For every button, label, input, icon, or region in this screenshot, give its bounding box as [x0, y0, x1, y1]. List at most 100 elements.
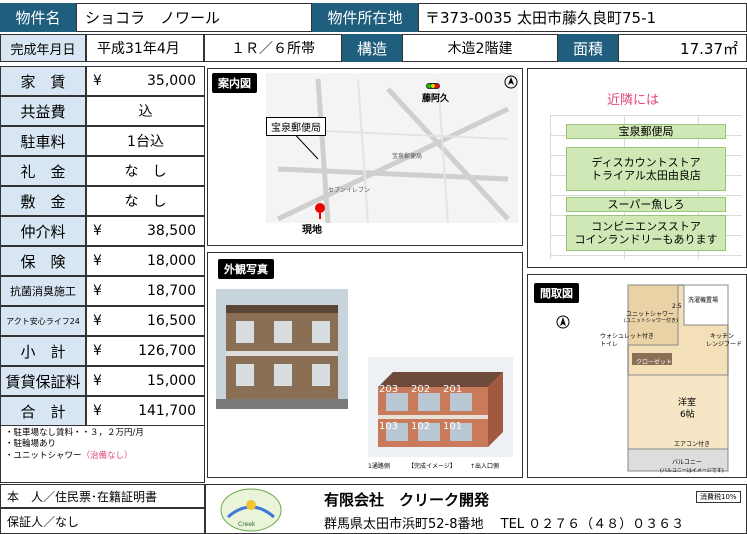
fee-value: 18,000: [147, 253, 196, 269]
fee-label: 賃貸保証料: [0, 366, 86, 396]
exterior-rendering: [368, 357, 513, 457]
rendering-caption-right: ↑出入口側: [470, 463, 500, 470]
notes-box: ・駐車場なし賃料・・３，２万円/月 ・駐輪場あり ・ユニットシャワー（治備なし）: [0, 425, 205, 483]
structure-value: 木造2階建: [402, 34, 558, 62]
room-shower-note: (ユニットシャワー付き): [624, 318, 678, 324]
yen-sign: ¥: [93, 253, 102, 269]
fee-value: 126,700: [138, 343, 196, 359]
exterior-title: 外観写真: [218, 259, 274, 279]
address-label: 物件所在地: [312, 3, 418, 32]
layout-value: １Ｒ／６所帯: [204, 34, 342, 62]
yen-sign: ¥: [93, 403, 102, 419]
fee-value-cell: ¥18,700: [86, 276, 205, 306]
fee-value-cell: ¥35,000: [86, 66, 205, 96]
address-value: 〒373-0035 太田市藤久良町75-1: [418, 3, 747, 32]
fee-value: 込: [138, 104, 153, 120]
company-name: 有限会社 クリーク開発: [324, 491, 490, 509]
fee-value-cell: ¥38,500: [86, 216, 205, 246]
fee-value: な し: [124, 164, 167, 180]
fee-value: 141,700: [138, 403, 196, 419]
property-name-label: 物件名: [0, 3, 76, 32]
room-range: レンジフード: [706, 341, 743, 348]
completion-value: 平成31年4月: [86, 34, 204, 62]
exterior-panel: 外観写真 203 202 201 103 102 101 1通路側 【完成イメー…: [207, 252, 523, 478]
fee-label: 駐車料: [0, 126, 86, 156]
fee-label: 家 賃: [0, 66, 86, 96]
room-toilet: トイレ: [600, 341, 619, 348]
requirement-guarantor: 保証人／なし: [0, 508, 205, 534]
fee-value-cell: な し: [86, 186, 205, 216]
fee-label: 抗菌消臭施工: [0, 276, 86, 306]
fee-value: 35,000: [147, 73, 196, 89]
property-name-value: ショコラ ノワール: [76, 3, 312, 32]
compass-icon: [556, 315, 570, 329]
nearby-item-conveni: コンビニエンスストア コインランドリーもあります: [566, 215, 726, 251]
fee-label: 小 計: [0, 336, 86, 366]
fee-value: 16,500: [147, 313, 196, 329]
fee-label: アクト安心ライフ24: [0, 306, 86, 336]
fee-value-cell: 1台込: [86, 126, 205, 156]
room-laundry: 洗濯機置場: [688, 297, 719, 304]
note-parking: ・駐車場なし賃料・・３，２万円/月: [5, 428, 144, 438]
fee-value-cell: な し: [86, 156, 205, 186]
yen-sign: ¥: [93, 313, 102, 329]
map-panel: 案内図 宝泉郵便局 現地 藤阿久 宝泉郵便局 セブンイレブン: [207, 68, 523, 246]
fee-value-cell: 込: [86, 96, 205, 126]
map-station-label: 藤阿久: [422, 94, 450, 104]
fee-value: 38,500: [147, 223, 196, 239]
nearby-item-discount: ディスカウントストア トライアル太田由良店: [566, 147, 726, 191]
map-image: [266, 73, 518, 224]
yen-sign: ¥: [93, 373, 102, 389]
exterior-photo: [216, 289, 348, 409]
room-closet: クローゼット: [636, 359, 673, 366]
nearby-panel: 近隣には 宝泉郵便局 ディスカウントストア トライアル太田由良店 スーパー魚しろ…: [527, 68, 747, 268]
fee-label: 敷 金: [0, 186, 86, 216]
fee-value: 15,000: [147, 373, 196, 389]
rendering-caption-mid: 【完成イメージ】: [408, 463, 456, 470]
area-value: 17.37㎡: [618, 34, 747, 62]
fee-value-cell: ¥141,700: [86, 396, 205, 426]
yen-sign: ¥: [93, 283, 102, 299]
map-site-label: 現地: [302, 225, 322, 236]
unit-102: 102: [411, 421, 431, 432]
nearby-item-super: スーパー魚しろ: [566, 197, 726, 212]
fee-value-cell: ¥16,500: [86, 306, 205, 336]
fee-value-cell: ¥15,000: [86, 366, 205, 396]
note-shower: ・ユニットシャワー（治備なし）: [5, 450, 133, 461]
company-logo-text: Creek: [238, 521, 256, 528]
rendering-caption-left: 1通路側: [368, 463, 390, 470]
unit-202: 202: [411, 384, 431, 395]
structure-label: 構造: [342, 34, 402, 62]
fee-value: 1台込: [127, 134, 164, 150]
company-address: 群馬県太田市浜町52-8番地 TEL ０２７６（４８）０３６３: [324, 517, 685, 532]
floorplan-panel: 間取図 洗濯機置場 2.5 ユニットシャワー (ユニットシャワー付き) ウォシュ…: [527, 274, 747, 478]
fee-label: 保 険: [0, 246, 86, 276]
room-main-size: 6帖: [680, 410, 695, 420]
yen-sign: ¥: [93, 73, 102, 89]
map-small-post: 宝泉郵便局: [392, 153, 423, 160]
fee-value-cell: ¥18,000: [86, 246, 205, 276]
requirement-self: 本 人／住民票･在籍証明書: [0, 484, 205, 508]
map-small-eleven: セブンイレブン: [328, 187, 371, 194]
fee-value: な し: [124, 194, 167, 210]
footer-company-box: Creek 有限会社 クリーク開発 群馬県太田市浜町52-8番地 TEL ０２７…: [205, 484, 747, 534]
yen-sign: ¥: [93, 223, 102, 239]
unit-101: 101: [443, 421, 463, 432]
fee-value-cell: ¥126,700: [86, 336, 205, 366]
completion-label: 完成年月日: [0, 34, 86, 62]
fee-label: 合 計: [0, 396, 86, 426]
area-label: 面積: [558, 34, 618, 62]
room-aircon: エアコン付き: [674, 441, 711, 448]
tax-note: 消費税10%: [696, 491, 741, 503]
map-post-office-label: 宝泉郵便局: [266, 117, 326, 136]
unit-201: 201: [443, 384, 463, 395]
fee-label: 仲介料: [0, 216, 86, 246]
yen-sign: ¥: [93, 343, 102, 359]
fee-label: 礼 金: [0, 156, 86, 186]
room-balcony-note: (バルコニーはイメージです): [660, 468, 724, 474]
floorplan-title: 間取図: [534, 283, 579, 303]
nearby-item-post: 宝泉郵便局: [566, 124, 726, 139]
fee-value: 18,700: [147, 283, 196, 299]
unit-203: 203: [379, 384, 399, 395]
note-bicycle: ・駐輪場あり: [5, 439, 57, 450]
